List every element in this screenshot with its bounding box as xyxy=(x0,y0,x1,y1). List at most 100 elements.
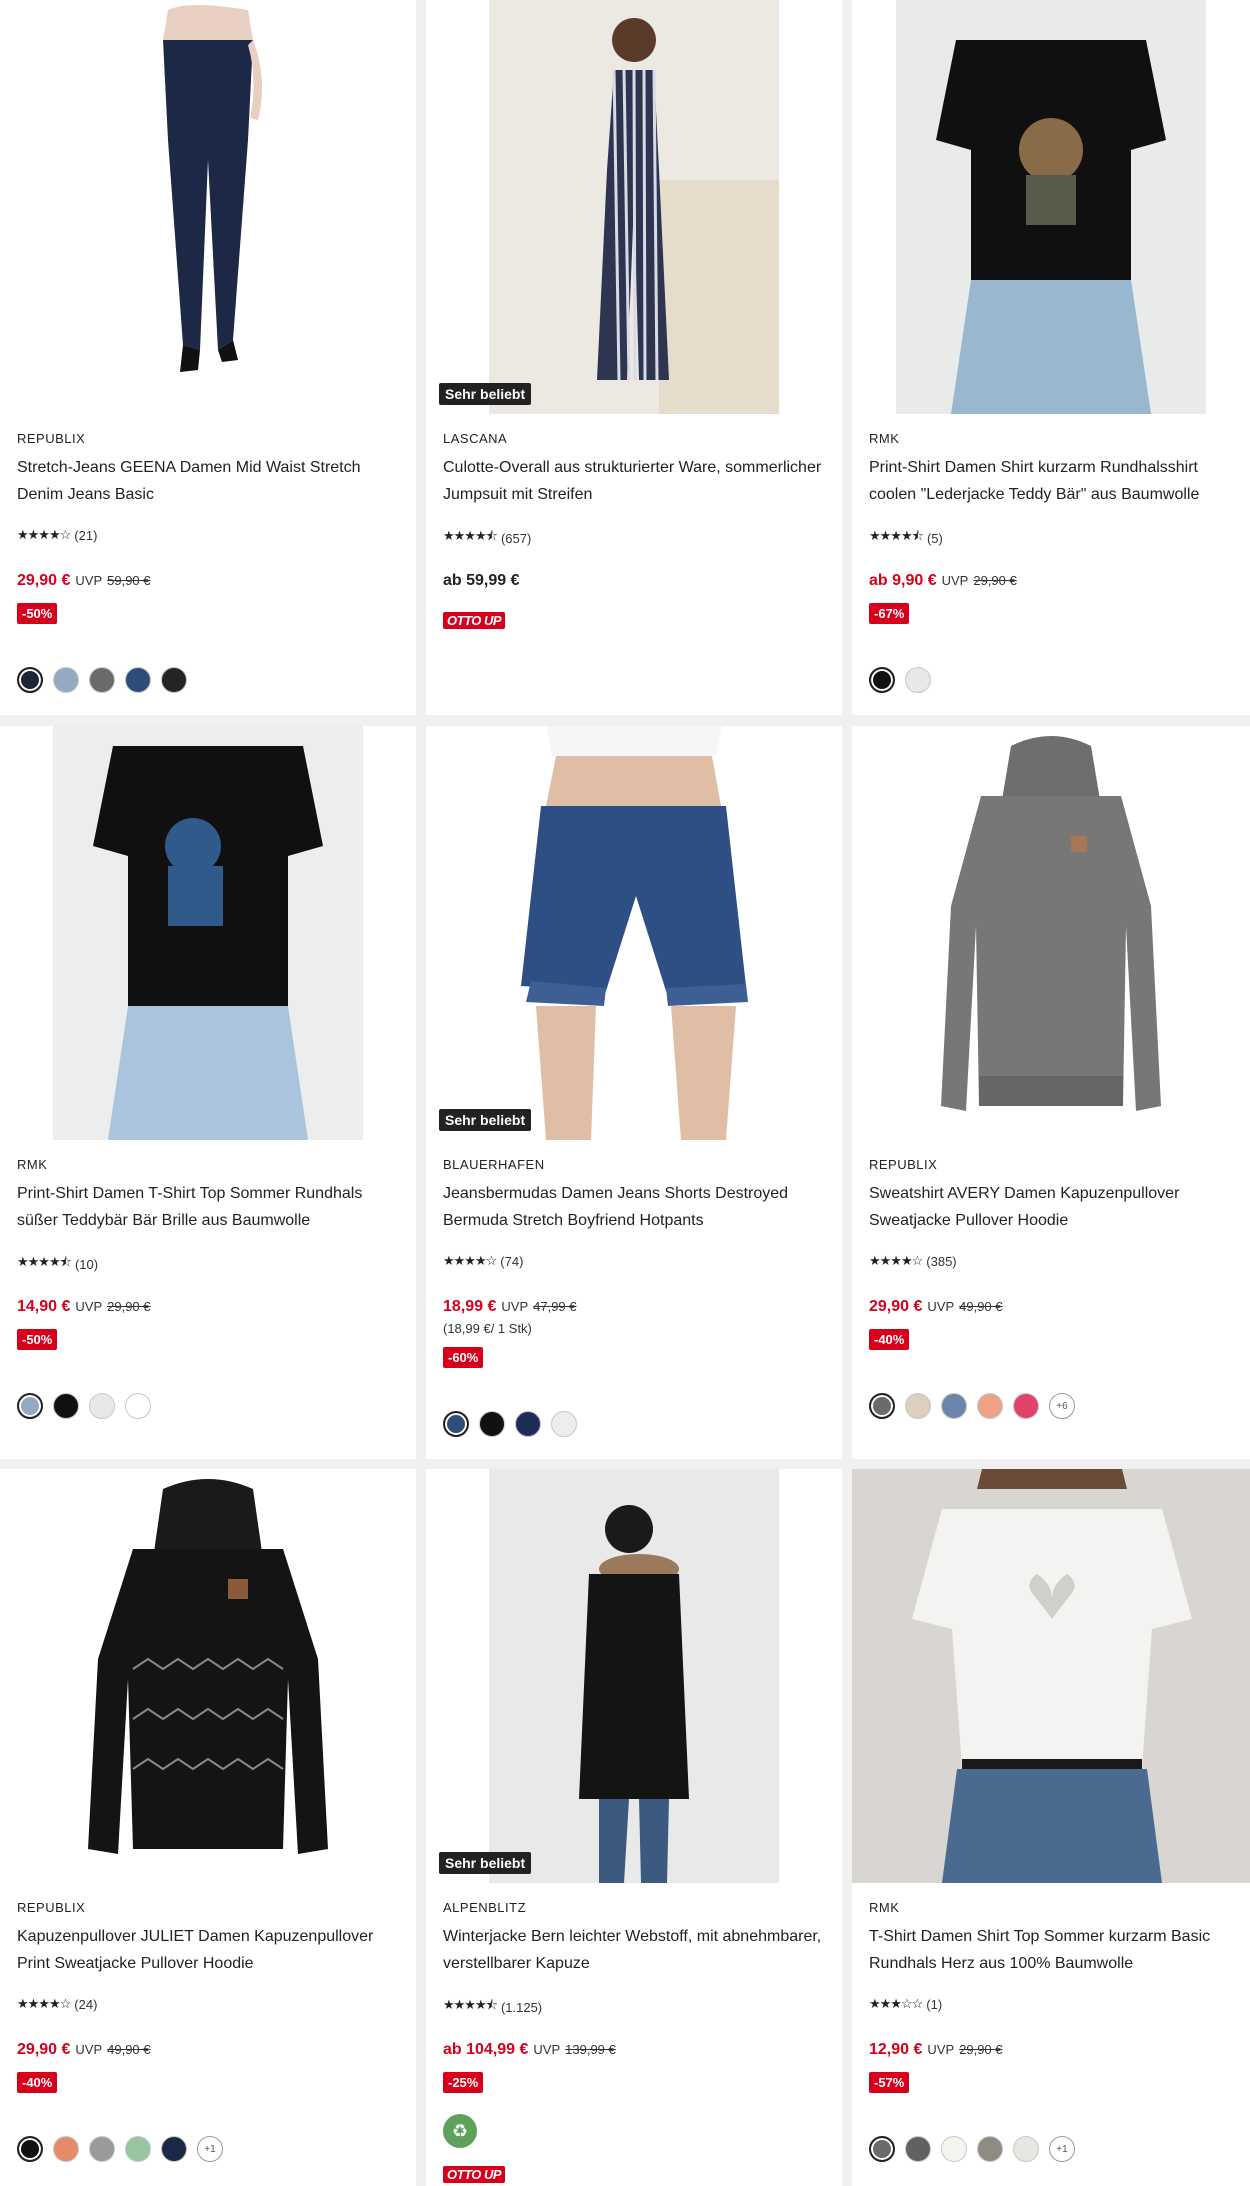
color-swatch[interactable] xyxy=(89,1393,115,1419)
product-card[interactable]: Sehr beliebt LASCANA Culotte-Overall aus… xyxy=(426,0,842,715)
product-image[interactable] xyxy=(0,1469,416,1883)
review-count: (5) xyxy=(926,530,943,546)
product-title[interactable]: T-Shirt Damen Shirt Top Sommer kurzarm B… xyxy=(869,1923,1249,1977)
color-swatches xyxy=(17,1393,151,1419)
color-swatch[interactable] xyxy=(1013,2136,1039,2162)
product-brand: LASCANA xyxy=(443,431,508,446)
color-swatch[interactable] xyxy=(977,1393,1003,1419)
product-grid: REPUBLIX Stretch-Jeans GEENA Damen Mid W… xyxy=(0,0,1250,2186)
white-tshirt-illustration xyxy=(852,1469,1250,1883)
product-rating: ★★★☆☆ (1) xyxy=(869,1996,942,2012)
price: 14,90 € xyxy=(17,1298,71,1315)
product-image[interactable] xyxy=(426,1469,842,1883)
product-rating: ★★★★⯪ (10) xyxy=(17,1253,98,1275)
review-count: (10) xyxy=(74,1256,99,1272)
product-title[interactable]: Sweatshirt AVERY Damen Kapuzenpullover S… xyxy=(869,1180,1249,1234)
product-card[interactable]: RMK Print-Shirt Damen T-Shirt Top Sommer… xyxy=(0,726,416,1459)
color-swatches: +1 xyxy=(869,2136,1075,2162)
product-image[interactable] xyxy=(0,0,416,414)
uvp-price: 29,90 € xyxy=(959,2042,1003,2057)
more-colors-button[interactable]: +6 xyxy=(1049,1393,1075,1419)
jeans-illustration xyxy=(88,0,328,414)
product-image[interactable] xyxy=(852,0,1250,414)
product-rating: ★★★★☆ (385) xyxy=(869,1253,957,1269)
color-swatch[interactable] xyxy=(479,1411,505,1437)
product-image[interactable] xyxy=(426,0,842,414)
uvp-price: 29,90 € xyxy=(973,573,1017,588)
product-brand: RMK xyxy=(869,431,900,446)
product-card[interactable]: Sehr beliebt BLAUERHAFEN Jeansbermudas D… xyxy=(426,726,842,1459)
color-swatch[interactable] xyxy=(1013,1393,1039,1419)
winter-jacket-illustration xyxy=(489,1469,779,1883)
product-card[interactable]: Sehr beliebt ALPENBLITZ Winterjacke Bern… xyxy=(426,1469,842,2186)
price: ab 9,90 € xyxy=(869,572,937,589)
color-swatch[interactable] xyxy=(17,2136,43,2162)
product-title[interactable]: Print-Shirt Damen T-Shirt Top Sommer Run… xyxy=(17,1180,397,1234)
color-swatch[interactable] xyxy=(17,667,43,693)
product-card[interactable]: REPUBLIX Kapuzenpullover JULIET Damen Ka… xyxy=(0,1469,416,2186)
product-image[interactable] xyxy=(852,1469,1250,1883)
popular-badge: Sehr beliebt xyxy=(439,383,532,405)
product-title[interactable]: Kapuzenpullover JULIET Damen Kapuzenpull… xyxy=(17,1923,397,1977)
product-title[interactable]: Print-Shirt Damen Shirt kurzarm Rundhals… xyxy=(869,454,1249,508)
product-image[interactable] xyxy=(426,726,842,1140)
color-swatches: +1 xyxy=(17,2136,223,2162)
color-swatch[interactable] xyxy=(17,1393,43,1419)
product-title[interactable]: Winterjacke Bern leichter Webstoff, mit … xyxy=(443,1923,823,1977)
product-card[interactable]: RMK T-Shirt Damen Shirt Top Sommer kurza… xyxy=(852,1469,1250,2186)
color-swatch[interactable] xyxy=(89,2136,115,2162)
color-swatch[interactable] xyxy=(977,2136,1003,2162)
color-swatch[interactable] xyxy=(125,667,151,693)
color-swatch[interactable] xyxy=(125,2136,151,2162)
discount-badge: -57% xyxy=(869,2072,910,2093)
product-card[interactable]: RMK Print-Shirt Damen Shirt kurzarm Rund… xyxy=(852,0,1250,715)
uvp-label: UVP xyxy=(501,1299,529,1314)
color-swatch[interactable] xyxy=(941,1393,967,1419)
color-swatch[interactable] xyxy=(89,667,115,693)
color-swatch[interactable] xyxy=(905,667,931,693)
more-colors-button[interactable]: +1 xyxy=(1049,2136,1075,2162)
price: 12,90 € xyxy=(869,2041,923,2058)
product-card[interactable]: REPUBLIX Sweatshirt AVERY Damen Kapuzenp… xyxy=(852,726,1250,1459)
product-rating: ★★★★☆ (74) xyxy=(443,1253,523,1269)
price: ab 104,99 € xyxy=(443,2041,529,2058)
product-image[interactable] xyxy=(0,726,416,1140)
color-swatch[interactable] xyxy=(515,1411,541,1437)
discount-badge: -40% xyxy=(869,1329,910,1350)
color-swatch[interactable] xyxy=(941,2136,967,2162)
color-swatch[interactable] xyxy=(551,1411,577,1437)
color-swatch[interactable] xyxy=(443,1411,469,1437)
more-colors-button[interactable]: +1 xyxy=(197,2136,223,2162)
rating-stars: ★★★★☆ xyxy=(869,1253,923,1268)
popular-badge: Sehr beliebt xyxy=(439,1852,532,1874)
black-hoodie-illustration xyxy=(43,1469,373,1883)
color-swatch[interactable] xyxy=(869,1393,895,1419)
uvp-label: UVP xyxy=(75,1299,103,1314)
product-image[interactable] xyxy=(852,726,1250,1140)
color-swatch[interactable] xyxy=(53,1393,79,1419)
product-title[interactable]: Stretch-Jeans GEENA Damen Mid Waist Stre… xyxy=(17,454,397,508)
price-row: 29,90 € UVP 49,90 € xyxy=(17,2041,151,2059)
color-swatch[interactable] xyxy=(869,2136,895,2162)
product-title[interactable]: Jeansbermudas Damen Jeans Shorts Destroy… xyxy=(443,1180,823,1234)
color-swatch[interactable] xyxy=(905,1393,931,1419)
price: 29,90 € xyxy=(869,1298,923,1315)
color-swatch[interactable] xyxy=(53,667,79,693)
product-card[interactable]: REPUBLIX Stretch-Jeans GEENA Damen Mid W… xyxy=(0,0,416,715)
color-swatch[interactable] xyxy=(161,667,187,693)
rating-stars: ★★★★⯪ xyxy=(443,1997,498,2012)
uvp-price: 139,99 € xyxy=(565,2042,616,2057)
review-count: (657) xyxy=(500,530,532,546)
color-swatch[interactable] xyxy=(161,2136,187,2162)
uvp-label: UVP xyxy=(75,573,103,588)
product-brand: BLAUERHAFEN xyxy=(443,1157,545,1172)
tshirt-bear-illustration xyxy=(53,726,363,1140)
color-swatch[interactable] xyxy=(869,667,895,693)
review-count: (385) xyxy=(926,1253,957,1269)
product-title[interactable]: Culotte-Overall aus strukturierter Ware,… xyxy=(443,454,823,508)
color-swatch[interactable] xyxy=(53,2136,79,2162)
color-swatch[interactable] xyxy=(905,2136,931,2162)
denim-shorts-illustration xyxy=(496,726,772,1140)
unit-price: (18,99 €/ 1 Stk) xyxy=(443,1321,532,1336)
color-swatch[interactable] xyxy=(125,1393,151,1419)
